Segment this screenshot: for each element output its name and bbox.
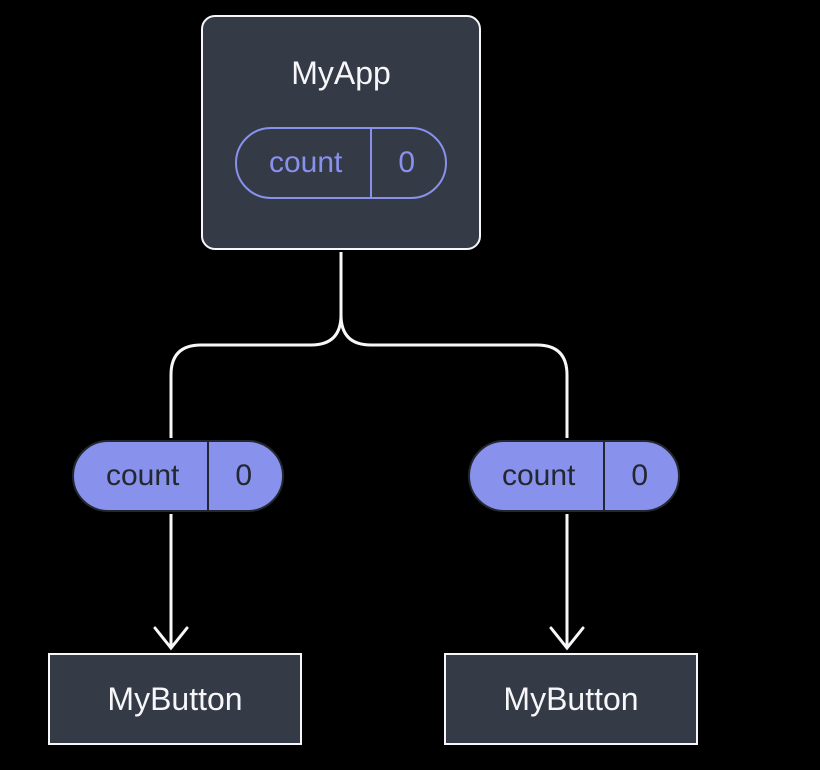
child-title-right: MyButton xyxy=(503,681,638,718)
prop-value-left: 0 xyxy=(209,442,282,510)
state-value: 0 xyxy=(372,129,445,197)
child-title-left: MyButton xyxy=(107,681,242,718)
child-component-box-left: MyButton xyxy=(48,653,302,745)
state-label: count xyxy=(237,129,370,197)
parent-title: MyApp xyxy=(291,55,391,92)
prop-value-right: 0 xyxy=(605,442,678,510)
prop-label-right: count xyxy=(470,442,603,510)
prop-pill-left: count 0 xyxy=(72,440,284,512)
prop-label-left: count xyxy=(74,442,207,510)
parent-component-box: MyApp count 0 xyxy=(201,15,481,250)
child-component-box-right: MyButton xyxy=(444,653,698,745)
state-pill: count 0 xyxy=(235,127,447,199)
prop-pill-right: count 0 xyxy=(468,440,680,512)
